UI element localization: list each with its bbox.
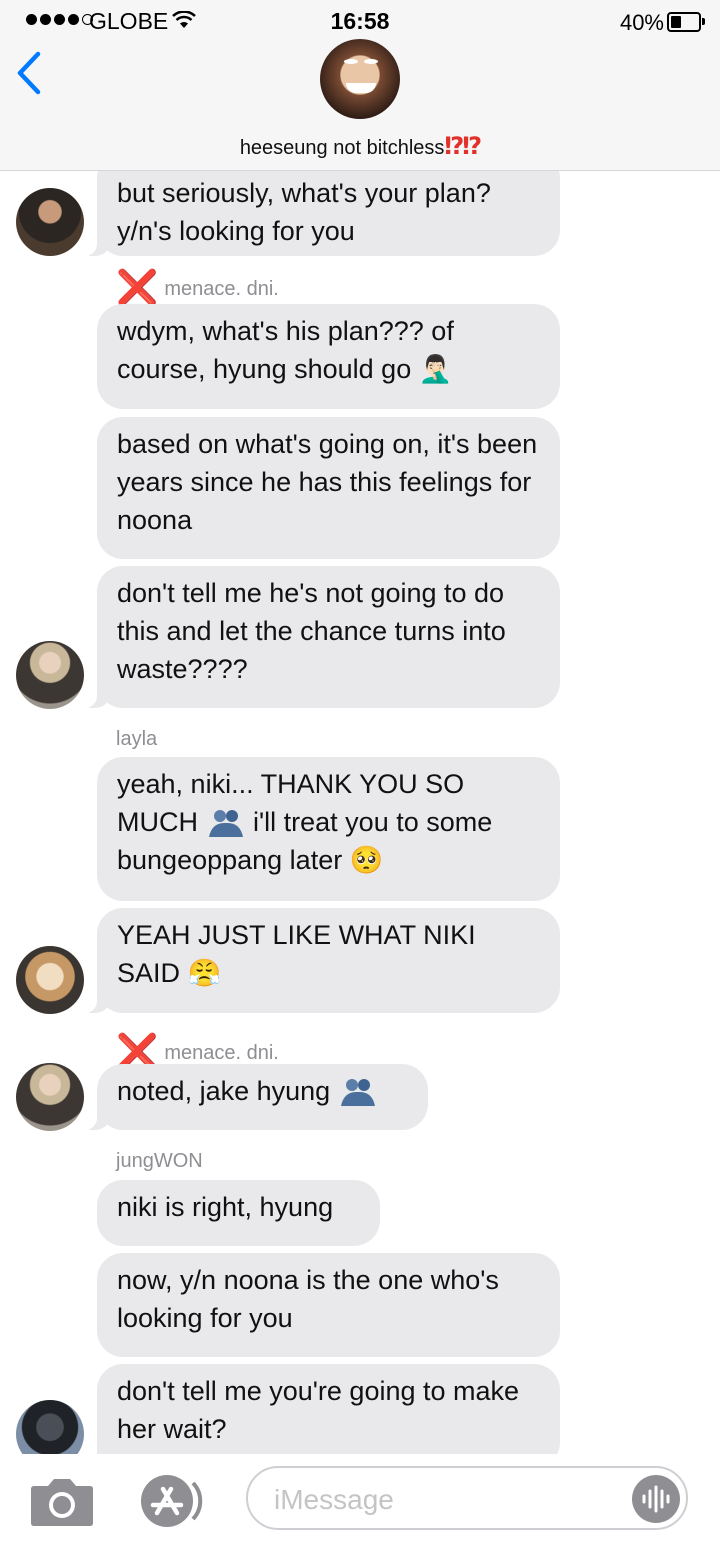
sender-label: ❌ menace. dni. [116,268,279,308]
message-text: wdym, what's his plan??? of course, hyun… [117,316,454,384]
message-input-field[interactable] [246,1466,688,1530]
message-input[interactable] [272,1478,616,1522]
message-bubble[interactable]: now, y/n noona is the one who's looking … [97,1253,560,1357]
people-hugging-icon [208,810,243,837]
avatar[interactable] [16,1063,84,1131]
group-name-text: heeseung not bitchless [239,137,445,159]
message-bubble[interactable]: niki is right, hyung [97,1180,380,1246]
battery-icon [667,12,705,32]
message-bubble[interactable]: yeah, niki... THANK YOU SO MUCH i'll tre… [97,757,560,901]
message-bubble[interactable]: noted, jake hyung [83,1064,428,1130]
message-text: don't tell me he's not going to do this … [117,578,506,684]
message-bubble[interactable]: wdym, what's his plan??? of course, hyun… [97,304,560,409]
sender-label: layla [116,728,158,750]
message-bubble[interactable]: don't tell me he's not going to do this … [83,566,560,708]
message-text: now, y/n noona is the one who's looking … [117,1265,499,1333]
battery-percent: 40% [619,10,664,35]
conversation-header: GLOBE 16:58 40% heeseung not bitchless⁉⁉ [0,0,720,171]
chevron-left-icon[interactable] [14,50,46,96]
interrobang-icon: ⁉⁉ [444,133,482,160]
message-text: niki is right, hyung [117,1192,334,1222]
group-title[interactable]: heeseung not bitchless⁉⁉ [0,132,720,161]
status-bar: GLOBE 16:58 40% [0,0,720,44]
app-store-icon[interactable] [135,1473,209,1529]
sender-label: jungWON [116,1150,203,1172]
audio-waveform-icon[interactable] [632,1475,680,1523]
message-bubble[interactable]: don't tell me you're going to make her w… [83,1364,560,1468]
message-text: don't tell me you're going to make her w… [117,1376,520,1444]
avatar[interactable] [16,946,84,1014]
message-text: based on what's going on, it's been year… [117,429,538,535]
message-bubble[interactable]: based on what's going on, it's been year… [97,417,560,559]
avatar[interactable] [16,641,84,709]
group-avatar[interactable] [320,39,400,119]
camera-icon[interactable] [30,1476,94,1526]
composer-bar [0,1454,720,1544]
red-x-icon: ❌ [116,268,159,308]
people-hugging-icon [340,1079,375,1106]
message-text: YEAH JUST LIKE WHAT NIKI SAID 😤 [117,920,476,988]
message-bubble[interactable]: YEAH JUST LIKE WHAT NIKI SAID 😤 [83,908,560,1013]
message-text: noted, jake hyung [117,1076,338,1106]
clock: 16:58 [330,8,390,34]
message-text: but seriously, what's your plan? y/n's l… [117,178,491,246]
avatar[interactable] [16,188,84,256]
